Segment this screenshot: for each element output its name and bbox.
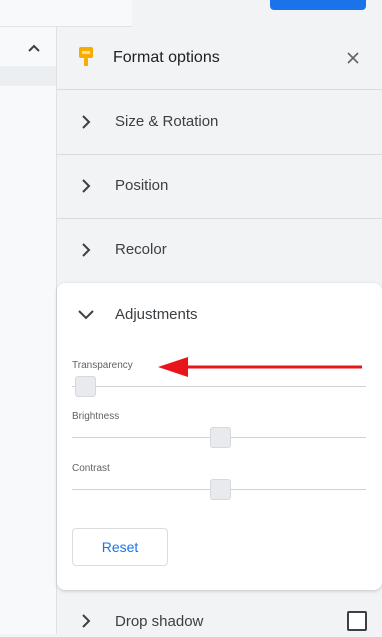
collapse-button[interactable] <box>22 36 46 60</box>
section-label: Size & Rotation <box>115 113 219 130</box>
contrast-slider[interactable] <box>72 479 366 500</box>
section-label: Adjustments <box>115 306 198 323</box>
section-recolor[interactable]: Recolor <box>57 218 382 282</box>
slider-thumb[interactable] <box>210 479 231 500</box>
reset-button[interactable]: Reset <box>72 528 168 566</box>
close-button[interactable] <box>343 48 363 68</box>
section-label: Recolor <box>115 241 167 258</box>
section-label: Position <box>115 177 169 194</box>
slider-track <box>72 386 366 387</box>
app-side-strip <box>0 0 57 634</box>
format-paint-icon <box>79 47 93 66</box>
adjustments-card: Adjustments Transparency Brightness Cont… <box>57 283 382 590</box>
brightness-label: Brightness <box>72 411 120 422</box>
chevron-right-icon <box>82 115 91 129</box>
panel-header: Format options <box>57 27 382 90</box>
app-primary-button[interactable] <box>270 0 366 10</box>
section-size-rotation[interactable]: Size & Rotation <box>57 90 382 155</box>
brightness-slider[interactable] <box>72 427 366 448</box>
panel-title: Format options <box>113 49 220 66</box>
strip-divider <box>0 26 56 27</box>
chevron-right-icon <box>82 614 91 628</box>
transparency-slider[interactable] <box>72 376 366 397</box>
contrast-label: Contrast <box>72 463 110 474</box>
app-top-cell <box>56 0 132 27</box>
chevron-right-icon <box>82 243 91 257</box>
section-label: Drop shadow <box>115 613 204 630</box>
drop-shadow-checkbox[interactable] <box>347 611 367 631</box>
chevron-right-icon <box>82 179 91 193</box>
close-icon <box>347 52 359 64</box>
slider-thumb[interactable] <box>210 427 231 448</box>
section-drop-shadow[interactable]: Drop shadow <box>57 597 382 637</box>
slider-thumb[interactable] <box>75 376 96 397</box>
section-position[interactable]: Position <box>57 154 382 219</box>
transparency-label: Transparency <box>72 360 133 371</box>
format-options-panel: Format options Size & Rotation Position … <box>57 27 382 634</box>
strip-row <box>0 66 56 86</box>
chevron-down-icon <box>78 310 94 320</box>
chevron-up-icon <box>28 44 40 52</box>
section-adjustments[interactable]: Adjustments <box>57 283 382 347</box>
